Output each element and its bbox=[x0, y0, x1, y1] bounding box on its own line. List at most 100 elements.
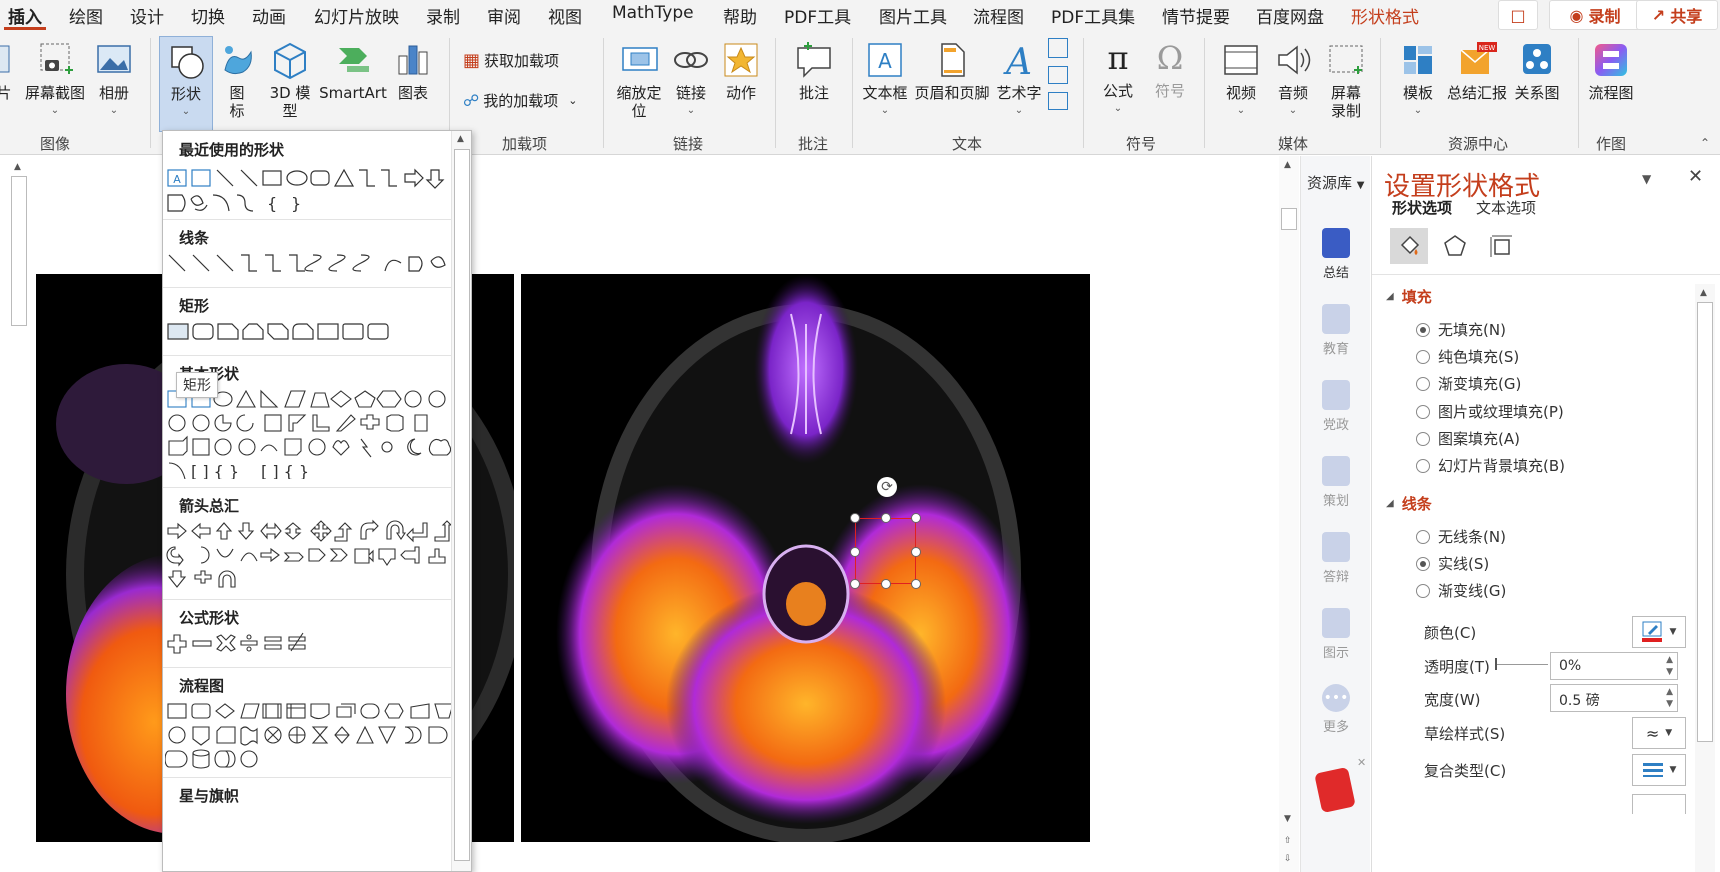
my-addins-button[interactable]: ☍ 我的加载项 ⌄ bbox=[463, 90, 577, 111]
close-promo-icon[interactable]: ✕ bbox=[1357, 756, 1366, 769]
smartart-button[interactable]: SmartArt bbox=[318, 40, 388, 102]
tab-baidu-netdisk[interactable]: 百度网盘 bbox=[1256, 3, 1324, 28]
share-button[interactable]: ↗ 共享 bbox=[1636, 0, 1718, 30]
fill-option-pattern[interactable]: 图案填充(A) bbox=[1416, 428, 1520, 449]
resize-handle[interactable] bbox=[881, 579, 891, 589]
pane-scrollbar[interactable]: ▲ bbox=[1695, 284, 1715, 872]
resize-handle[interactable] bbox=[911, 547, 921, 557]
size-properties-tab[interactable] bbox=[1482, 228, 1520, 264]
screenshot-button[interactable]: 屏幕截图 ⌄ bbox=[20, 40, 90, 120]
previous-slide-icon[interactable]: ⇧ bbox=[1284, 836, 1292, 846]
tab-shape-format[interactable]: 形状格式 bbox=[1351, 3, 1419, 28]
date-time-icon[interactable] bbox=[1048, 38, 1068, 58]
tab-shape-options[interactable]: 形状选项 bbox=[1392, 197, 1452, 218]
basic-shapes-grid[interactable]: [ ] { } [ ] { } bbox=[165, 387, 455, 479]
tab-design[interactable]: 设计 bbox=[130, 3, 164, 28]
line-option-none[interactable]: 无线条(N) bbox=[1416, 526, 1506, 547]
fill-section-header[interactable]: ◢ 填充 bbox=[1386, 286, 1432, 307]
tab-help[interactable]: 帮助 bbox=[723, 3, 757, 28]
scrollbar-thumb[interactable] bbox=[1697, 302, 1713, 742]
canvas-vertical-scrollbar[interactable]: ▲ ▼ ⇧ ⇩ bbox=[1279, 156, 1299, 872]
shapes-button[interactable]: 形状 ⌄ bbox=[159, 36, 213, 132]
recent-shapes-row[interactable]: A { } bbox=[165, 165, 455, 215]
resource-item-diagram[interactable]: 图示 bbox=[1301, 608, 1371, 661]
radio-gradient-line[interactable] bbox=[1416, 583, 1430, 598]
rotate-handle-icon[interactable]: ⟳ bbox=[877, 477, 897, 497]
next-slide-icon[interactable]: ⇩ bbox=[1284, 854, 1292, 864]
audio-button[interactable]: 音频 ⌄ bbox=[1272, 40, 1314, 120]
collapse-ribbon-icon[interactable]: ⌃ bbox=[1700, 136, 1710, 150]
resize-handle[interactable] bbox=[911, 579, 921, 589]
pane-options-chevron-icon[interactable]: ▼ bbox=[1642, 172, 1651, 186]
tab-view[interactable]: 视图 bbox=[548, 3, 582, 28]
fill-option-solid[interactable]: 纯色填充(S) bbox=[1416, 346, 1519, 367]
textbox-button[interactable]: A 文本框 ⌄ bbox=[860, 40, 910, 120]
tab-picture-tools[interactable]: 图片工具 bbox=[879, 3, 947, 28]
lines-row[interactable] bbox=[165, 251, 455, 279]
resource-item-more[interactable]: ••• 更多 bbox=[1301, 684, 1371, 735]
3d-model-button[interactable]: 3D 模型 bbox=[266, 40, 314, 120]
radio-no-fill[interactable] bbox=[1416, 322, 1430, 337]
tab-animations[interactable]: 动画 bbox=[252, 3, 286, 28]
get-addins-button[interactable]: ▦ 获取加载项 bbox=[463, 50, 559, 71]
resource-item-planning[interactable]: 策划 bbox=[1301, 456, 1371, 509]
object-icon[interactable] bbox=[1048, 92, 1068, 110]
close-pane-icon[interactable]: ✕ bbox=[1688, 166, 1703, 187]
spinner-arrows-icon[interactable]: ▲ ▼ bbox=[1666, 686, 1673, 710]
radio-slide-background-fill[interactable] bbox=[1416, 458, 1430, 473]
block-arrows-grid[interactable] bbox=[165, 519, 455, 591]
next-dropdown-partial[interactable] bbox=[1632, 794, 1686, 814]
summary-report-button[interactable]: NEW 总结汇报 bbox=[1444, 40, 1510, 102]
album-button[interactable]: 相册 ⌄ bbox=[94, 40, 134, 120]
transparency-spinner[interactable]: 0% ▲ ▼ bbox=[1550, 652, 1678, 680]
rectangles-row[interactable] bbox=[165, 319, 455, 347]
resource-item-defense[interactable]: 答辩 bbox=[1301, 532, 1371, 585]
picture-partial-button[interactable]: 片 bbox=[0, 40, 14, 102]
effects-tab[interactable] bbox=[1436, 228, 1474, 264]
video-button[interactable]: 视频 ⌄ bbox=[1220, 40, 1262, 120]
resize-handle[interactable] bbox=[850, 513, 860, 523]
scrollbar-thumb[interactable] bbox=[1281, 208, 1297, 230]
line-color-picker[interactable]: ▼ bbox=[1632, 616, 1686, 648]
tab-slideshow[interactable]: 幻灯片放映 bbox=[314, 3, 399, 28]
spinner-arrows-icon[interactable]: ▲ ▼ bbox=[1666, 654, 1673, 678]
scroll-up-arrow-icon[interactable]: ▲ bbox=[457, 134, 464, 144]
equation-shapes-row[interactable] bbox=[165, 631, 455, 659]
icons-button[interactable]: 图标 bbox=[216, 40, 258, 120]
tab-pdf-tools[interactable]: PDF工具 bbox=[784, 3, 851, 28]
radio-solid-fill[interactable] bbox=[1416, 349, 1430, 364]
resize-handle[interactable] bbox=[850, 547, 860, 557]
scrollbar-thumb[interactable] bbox=[454, 149, 470, 861]
relation-diagram-button[interactable]: 关系图 bbox=[1512, 40, 1562, 102]
fill-option-gradient[interactable]: 渐变填充(G) bbox=[1416, 373, 1521, 394]
screen-recording-button[interactable]: 屏幕录制 bbox=[1324, 40, 1368, 120]
tab-flowchart[interactable]: 流程图 bbox=[973, 3, 1024, 28]
scroll-up-arrow-icon[interactable]: ▲ bbox=[1284, 160, 1291, 170]
scroll-down-arrow-icon[interactable]: ▼ bbox=[1284, 814, 1291, 824]
fill-option-slide-bg[interactable]: 幻灯片背景填充(B) bbox=[1416, 455, 1565, 476]
resource-item-party[interactable]: 党政 bbox=[1301, 380, 1371, 433]
brain-scan-image-right[interactable]: ⟳ bbox=[521, 274, 1090, 842]
resource-library-header[interactable]: 资源库 ▼ bbox=[1307, 172, 1365, 193]
zoom-button[interactable]: 缩放定位 bbox=[614, 40, 664, 120]
red-envelope-icon[interactable] bbox=[1314, 766, 1356, 814]
record-button[interactable]: ◉ 录制 bbox=[1549, 0, 1641, 30]
selected-rectangle-shape[interactable]: ⟳ bbox=[850, 477, 921, 589]
line-option-gradient[interactable]: 渐变线(G) bbox=[1416, 580, 1506, 601]
comments-button[interactable]: □ bbox=[1498, 0, 1538, 30]
tab-transitions[interactable]: 切换 bbox=[191, 3, 225, 28]
scroll-up-arrow-icon[interactable]: ▲ bbox=[14, 162, 21, 172]
link-button[interactable]: 链接 ⌄ bbox=[670, 40, 712, 120]
compound-type-dropdown[interactable]: ▼ bbox=[1632, 754, 1686, 786]
flowchart-button[interactable]: 流程图 bbox=[1584, 40, 1638, 102]
tab-pdf-toolset[interactable]: PDF工具集 bbox=[1051, 3, 1135, 28]
line-option-solid[interactable]: 实线(S) bbox=[1416, 553, 1489, 574]
tab-storyboard[interactable]: 情节提要 bbox=[1162, 3, 1230, 28]
header-footer-button[interactable]: 页眉和页脚 bbox=[912, 40, 992, 102]
scrollbar-thumb[interactable] bbox=[11, 176, 27, 326]
radio-no-line[interactable] bbox=[1416, 529, 1430, 544]
comment-button[interactable]: 批注 bbox=[792, 40, 836, 102]
transparency-slider-thumb[interactable] bbox=[1495, 658, 1497, 670]
tab-draw[interactable]: 绘图 bbox=[69, 3, 103, 28]
fill-option-none[interactable]: 无填充(N) bbox=[1416, 319, 1506, 340]
